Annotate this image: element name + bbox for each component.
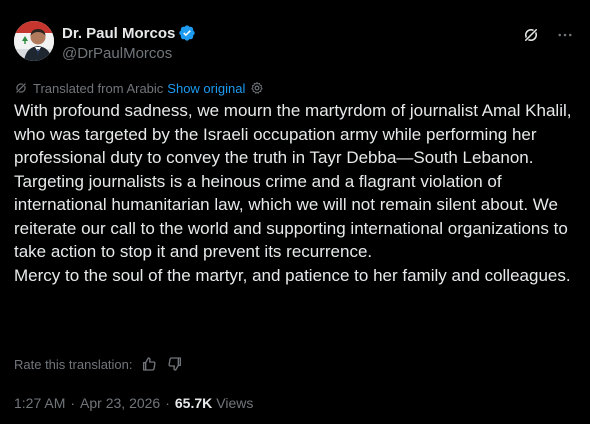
rate-translation: Rate this translation: [14,355,183,373]
display-name[interactable]: Dr. Paul Morcos [62,25,175,42]
thumbs-up-icon[interactable] [141,356,157,372]
thumbs-down-icon[interactable] [167,356,183,372]
views-label: Views [216,395,254,411]
translation-notice: Translated from Arabic Show original [14,79,264,97]
header-actions [520,24,576,46]
tweet-text: With profound sadness, we mourn the mart… [14,101,572,285]
display-name-row: Dr. Paul Morcos [62,23,196,43]
tweet-date[interactable]: Apr 23, 2026 [80,395,160,411]
meta-separator-2: · [165,395,170,411]
author-handle[interactable]: @DrPaulMorcos [62,45,196,62]
tweet-header: Dr. Paul Morcos @DrPaulMorcos [14,21,576,65]
tweet-meta: 1:27 AM · Apr 23, 2026 · 65.7K Views [14,394,253,412]
more-horizontal-icon[interactable] [554,24,576,46]
show-original-link[interactable]: Show original [167,81,245,96]
gear-icon[interactable] [250,81,264,95]
meta-separator: · [70,395,76,411]
translate-grok-icon [14,81,28,95]
views-count: 65.7K [174,395,213,411]
author-names: Dr. Paul Morcos @DrPaulMorcos [62,23,196,62]
avatar-image [14,21,54,61]
avatar[interactable] [14,21,54,61]
verified-badge-icon[interactable] [178,24,196,42]
rate-translation-label: Rate this translation: [14,356,133,372]
grok-icon[interactable] [520,24,542,46]
tweet-time[interactable]: 1:27 AM [14,395,65,411]
translated-from-label: Translated from Arabic [33,80,164,96]
